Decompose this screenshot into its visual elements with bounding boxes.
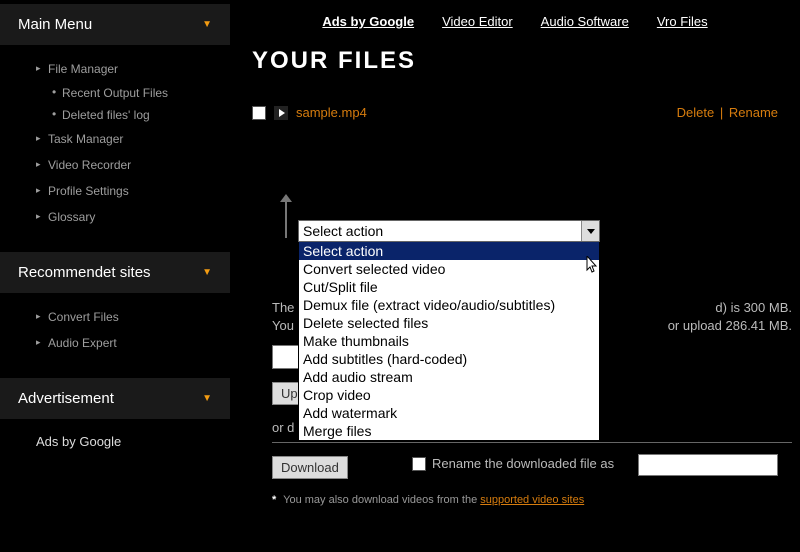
advertisement-title: Advertisement	[18, 390, 114, 407]
dropdown-option-6[interactable]: Add subtitles (hard-coded)	[299, 350, 599, 368]
or-download-label: or d	[272, 420, 294, 435]
dropdown-option-3[interactable]: Demux file (extract video/audio/subtitle…	[299, 296, 599, 314]
main-menu-title: Main Menu	[18, 16, 92, 33]
chevron-down-icon: ▼	[202, 393, 212, 404]
download-button[interactable]: Download	[272, 456, 348, 479]
sidebar-item-task-manager[interactable]: Task Manager	[0, 126, 230, 152]
sidebar-subitem-deleted-log[interactable]: Deleted files' log	[0, 104, 230, 126]
dropdown-option-8[interactable]: Crop video	[299, 386, 599, 404]
rename-checkbox[interactable]	[412, 457, 426, 471]
top-link-video-editor[interactable]: Video Editor	[442, 14, 513, 29]
top-link-vro-files[interactable]: Vro Files	[657, 14, 708, 29]
recommended-header[interactable]: Recommendet sites ▼	[0, 252, 230, 294]
file-rename-link[interactable]: Rename	[729, 105, 778, 120]
sidebar-subitem-recent-output[interactable]: Recent Output Files	[0, 82, 230, 104]
rename-checkbox-label: Rename the downloaded file as	[432, 456, 614, 471]
dropdown-option-4[interactable]: Delete selected files	[299, 314, 599, 332]
top-link-ads[interactable]: Ads by Google	[322, 14, 414, 29]
chevron-down-icon: ▼	[202, 19, 212, 30]
dropdown-option-2[interactable]: Cut/Split file	[299, 278, 599, 296]
page-title: YOUR FILES	[252, 47, 778, 75]
sidebar-item-audio-expert[interactable]: Audio Expert	[0, 330, 230, 356]
dropdown-option-9[interactable]: Add watermark	[299, 404, 599, 422]
play-icon[interactable]	[274, 106, 288, 120]
dropdown-option-0[interactable]: Select action	[299, 242, 599, 260]
recommended-title: Recommendet sites	[18, 264, 151, 281]
sidebar-item-video-recorder[interactable]: Video Recorder	[0, 152, 230, 178]
rename-input[interactable]	[638, 454, 778, 476]
chevron-down-icon: ▼	[202, 267, 212, 278]
file-delete-link[interactable]: Delete	[677, 105, 715, 120]
footnote: * You may also download videos from the …	[272, 494, 584, 506]
dropdown-option-7[interactable]: Add audio stream	[299, 368, 599, 386]
file-name[interactable]: sample.mp4	[296, 105, 367, 120]
sidebar-item-glossary[interactable]: Glossary	[0, 204, 230, 230]
mouse-cursor-icon	[586, 256, 600, 277]
action-select-value: Select action	[303, 223, 383, 239]
arrow-up-icon	[278, 190, 298, 250]
top-link-audio-software[interactable]: Audio Software	[541, 14, 629, 29]
dropdown-option-5[interactable]: Make thumbnails	[299, 332, 599, 350]
sidebar-item-profile-settings[interactable]: Profile Settings	[0, 178, 230, 204]
main-menu-header[interactable]: Main Menu ▼	[0, 4, 230, 46]
sidebar-item-file-manager[interactable]: File Manager	[0, 56, 230, 82]
separator: |	[720, 105, 723, 120]
divider	[272, 442, 792, 443]
file-checkbox[interactable]	[252, 106, 266, 120]
action-dropdown-list: Select action Convert selected video Cut…	[298, 242, 600, 441]
sidebar-item-convert-files[interactable]: Convert Files	[0, 304, 230, 330]
advertisement-header[interactable]: Advertisement ▼	[0, 378, 230, 420]
action-select[interactable]: Select action	[298, 220, 600, 242]
ads-by-google-label: Ads by Google	[0, 420, 230, 453]
dropdown-option-1[interactable]: Convert selected video	[299, 260, 599, 278]
dropdown-option-10[interactable]: Merge files	[299, 422, 599, 440]
dropdown-arrow-icon[interactable]	[581, 221, 599, 241]
supported-sites-link[interactable]: supported video sites	[480, 494, 584, 506]
